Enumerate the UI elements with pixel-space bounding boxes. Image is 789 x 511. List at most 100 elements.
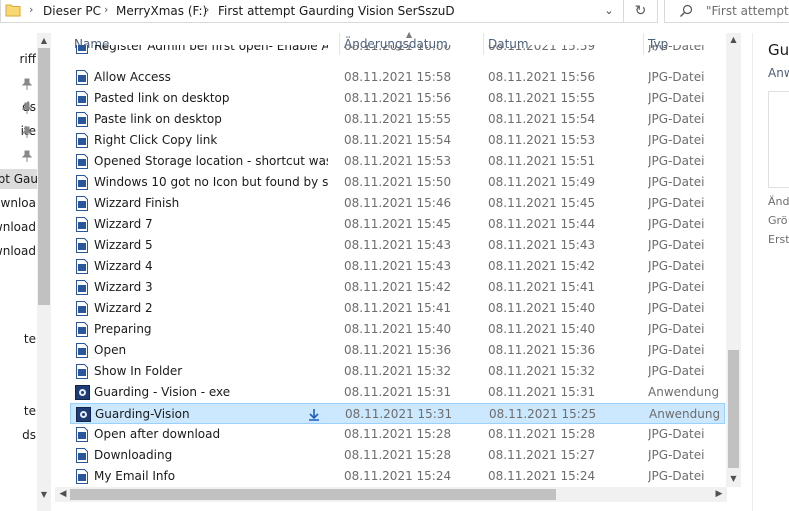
scroll-up-icon[interactable]: ▲: [37, 34, 51, 48]
file-name[interactable]: Preparing: [94, 319, 328, 340]
file-modified: 08.11.2021 15:46: [344, 196, 452, 210]
nav-item[interactable]: ds: [0, 425, 36, 445]
file-modified: 08.11.2021 15:41: [344, 301, 452, 315]
file-name[interactable]: Guarding-Vision: [95, 404, 329, 425]
breadcrumb-separator: ›: [29, 3, 34, 16]
table-row[interactable]: Open 08.11.2021 15:36 08.11.2021 15:36 JPG-…: [70, 340, 725, 361]
file-name[interactable]: Open: [94, 340, 328, 361]
table-row[interactable]: Wizzard 2 08.11.2021 15:41 08.11.2021 15:4…: [70, 298, 725, 319]
nav-item[interactable]: te: [0, 329, 36, 349]
nav-item[interactable]: ownloa: [0, 193, 36, 213]
file-name[interactable]: My Email Info: [94, 466, 328, 487]
pin-icon[interactable]: [22, 126, 32, 138]
pin-icon[interactable]: [22, 150, 32, 162]
file-name[interactable]: Paste link on desktop: [94, 109, 328, 130]
image-file-icon: [76, 133, 88, 148]
nav-item-current-folder[interactable]: empt Gau: [0, 169, 38, 189]
file-date: 08.11.2021 15:42: [488, 259, 596, 273]
file-name[interactable]: Wizzard 7: [94, 214, 328, 235]
search-input[interactable]: "First attempt G: [664, 0, 789, 23]
file-name[interactable]: Wizzard 2: [94, 298, 328, 319]
nav-item[interactable]: wnload: [0, 241, 36, 261]
nav-item[interactable]: ownload: [0, 217, 36, 237]
table-row[interactable]: Preparing 08.11.2021 15:40 08.11.2021 15:4…: [70, 319, 725, 340]
file-type: JPG-Datei: [648, 154, 705, 168]
pin-icon[interactable]: [22, 78, 32, 90]
scroll-up-icon[interactable]: ▲: [726, 33, 741, 47]
scroll-down-icon[interactable]: ▼: [726, 472, 741, 486]
file-name[interactable]: Downloading: [94, 445, 328, 466]
file-modified: 08.11.2021 15:31: [344, 385, 452, 399]
file-type: JPG-Datei: [648, 45, 705, 53]
file-name[interactable]: Open after download: [94, 424, 328, 445]
file-name[interactable]: Register Admin bei first open- Enable Au…: [94, 45, 328, 57]
file-type: JPG-Datei: [648, 91, 705, 105]
file-name[interactable]: Windows 10 got no Icon but found by sear…: [94, 172, 328, 193]
file-modified: 08.11.2021 15:28: [344, 427, 452, 441]
file-date: 08.11.2021 15:31: [488, 385, 596, 399]
refresh-button[interactable]: ↻: [623, 0, 657, 22]
scroll-down-icon[interactable]: ▼: [37, 488, 51, 502]
table-row[interactable]: Right Click Copy link 08.11.2021 15:54 08.…: [70, 130, 725, 151]
table-row[interactable]: Guarding - Vision - exe 08.11.2021 15:31 0…: [70, 382, 725, 403]
scroll-left-icon[interactable]: ◀: [56, 487, 70, 502]
file-name[interactable]: Pasted link on desktop: [94, 88, 328, 109]
breadcrumb-current-folder[interactable]: First attempt Gaurding Vision SerSszuD: [218, 4, 455, 18]
file-type: Anwendung: [649, 407, 721, 421]
image-file-icon: [76, 45, 88, 54]
table-row[interactable]: Paste link on desktop 08.11.2021 15:55 08.…: [70, 109, 725, 130]
file-modified: 08.11.2021 15:45: [344, 217, 452, 231]
file-name[interactable]: Guarding - Vision - exe: [94, 382, 328, 403]
table-row[interactable]: Downloading 08.11.2021 15:28 08.11.2021 15…: [70, 445, 725, 466]
file-name[interactable]: Allow Access: [94, 67, 328, 88]
nav-item[interactable]: te: [0, 401, 36, 421]
table-row[interactable]: Guarding-Vision 08.11.2021 15:31 08.11.202…: [70, 403, 725, 424]
breadcrumb-drive[interactable]: MerryXmas (F:): [116, 4, 207, 18]
file-date: 08.11.2021 15:27: [488, 448, 596, 462]
table-row[interactable]: Wizzard 4 08.11.2021 15:43 08.11.2021 15:4…: [70, 256, 725, 277]
table-row[interactable]: Allow Access 08.11.2021 15:58 08.11.2021 1…: [70, 67, 725, 88]
table-row[interactable]: Windows 10 got no Icon but found by sear…: [70, 172, 725, 193]
horizontal-scrollbar-thumb[interactable]: [70, 489, 556, 500]
file-name[interactable]: Show In Folder: [94, 361, 328, 382]
table-row[interactable]: Opened Storage location - shortcut was t…: [70, 151, 725, 172]
file-name[interactable]: Wizzard 3: [94, 277, 328, 298]
image-file-icon: [76, 154, 88, 169]
file-type: JPG-Datei: [648, 133, 705, 147]
nav-scrollbar-thumb[interactable]: [38, 48, 50, 305]
vertical-scrollbar-thumb[interactable]: [728, 350, 739, 468]
file-name[interactable]: Wizzard 5: [94, 235, 328, 256]
file-name[interactable]: Opened Storage location - shortcut was t…: [94, 151, 328, 172]
file-date: 08.11.2021 15:56: [488, 70, 596, 84]
file-name[interactable]: Right Click Copy link: [94, 130, 328, 151]
file-date: 08.11.2021 15:49: [488, 175, 596, 189]
image-file-icon: [76, 112, 88, 127]
address-bar[interactable]: › Dieser PC › MerryXmas (F:) › First att…: [0, 0, 658, 23]
table-row[interactable]: Open after download 08.11.2021 15:28 08.11…: [70, 424, 725, 445]
scroll-right-icon[interactable]: ▶: [712, 487, 726, 502]
file-modified: 08.11.2021 15:56: [344, 91, 452, 105]
pin-icon[interactable]: [22, 102, 32, 114]
table-row[interactable]: Register Admin bei first open- Enable Au…: [70, 45, 725, 57]
file-name[interactable]: Wizzard 4: [94, 256, 328, 277]
file-name[interactable]: Wizzard Finish: [94, 193, 328, 214]
file-modified: 08.11.2021 15:53: [344, 154, 452, 168]
table-row[interactable]: Wizzard 3 08.11.2021 15:42 08.11.2021 15:4…: [70, 277, 725, 298]
breadcrumb-this-pc[interactable]: Dieser PC: [43, 4, 101, 18]
table-row[interactable]: My Email Info 08.11.2021 15:24 08.11.2021 …: [70, 466, 725, 487]
table-row[interactable]: Wizzard 7 08.11.2021 15:45 08.11.2021 15:4…: [70, 214, 725, 235]
table-row[interactable]: Wizzard 5 08.11.2021 15:43 08.11.2021 15:4…: [70, 235, 725, 256]
file-modified: 08.11.2021 15:54: [344, 133, 452, 147]
search-icon: [680, 4, 693, 17]
details-pane: Gua Anw Änd Grö Erst: [752, 33, 789, 511]
nav-item-label: ownloa: [0, 196, 36, 210]
nav-item[interactable]: riff: [0, 49, 36, 69]
chevron-down-icon[interactable]: ⌄: [601, 2, 617, 20]
table-row[interactable]: Show In Folder 08.11.2021 15:32 08.11.2021…: [70, 361, 725, 382]
table-row[interactable]: Wizzard Finish 08.11.2021 15:46 08.11.2021…: [70, 193, 725, 214]
image-file-icon: [76, 238, 88, 253]
image-file-icon: [76, 364, 88, 379]
download-arrow-icon: [309, 409, 319, 421]
file-date: 08.11.2021 15:51: [488, 154, 596, 168]
table-row[interactable]: Pasted link on desktop 08.11.2021 15:56 08…: [70, 88, 725, 109]
